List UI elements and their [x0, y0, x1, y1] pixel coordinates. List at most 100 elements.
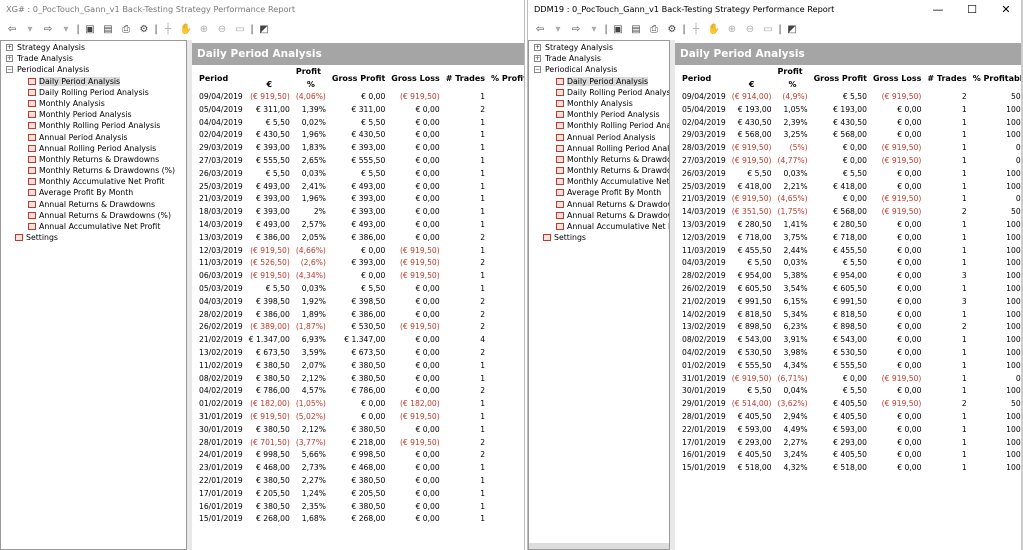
- crosshair-icon[interactable]: ┼: [159, 21, 177, 37]
- save-as-icon[interactable]: ▤: [99, 21, 117, 37]
- tree-item[interactable]: Daily Rolling Period Analysis: [529, 87, 669, 98]
- table-row[interactable]: 02/04/2019 € 430,50 2,39% € 430,50 € 0,00 1 10…: [679, 117, 1023, 130]
- table-row[interactable]: 05/04/2019 € 193,00 1,05% € 193,00 € 0,00 1 10…: [679, 104, 1023, 117]
- dropdown-icon[interactable]: ▾: [585, 21, 603, 37]
- expand-toggle-icon[interactable]: +: [6, 44, 13, 51]
- dropdown-icon[interactable]: ▾: [57, 21, 75, 37]
- table-row[interactable]: 15/01/2019 € 268,00 1,68% € 268,00 € 0,00 110…: [196, 513, 524, 526]
- tree-item[interactable]: Annual Returns & Drawdowns (%): [1, 210, 186, 221]
- print-icon[interactable]: ⎙: [117, 21, 135, 37]
- tree-item[interactable]: Annual Rolling Period Analysis: [529, 143, 669, 154]
- table-row[interactable]: 13/03/2019 € 386,00 2,05% € 386,00 € 0,00 210…: [196, 232, 524, 245]
- table-row[interactable]: 28/02/2019 € 954,00 5,38% € 954,00 € 0,00 3 10…: [679, 270, 1023, 283]
- back-icon[interactable]: ⇦: [531, 21, 549, 37]
- table-row[interactable]: 14/03/2019 (€ 351,50) (1,75%) € 568,00 (€ 91…: [679, 206, 1023, 219]
- table-row[interactable]: 28/01/2019 € 405,50 2,94% € 405,50 € 0,00 1 10…: [679, 411, 1023, 424]
- table-row[interactable]: 15/01/2019 € 518,00 4,32% € 518,00 € 0,00 1 10…: [679, 462, 1023, 475]
- table-row[interactable]: 29/03/2019 € 393,00 1,83% € 393,00 € 0,00 110…: [196, 142, 524, 155]
- table-row[interactable]: 08/02/2019 € 380,50 2,12% € 380,50 € 0,00 110…: [196, 373, 524, 386]
- settings-icon[interactable]: ⚙: [135, 21, 153, 37]
- hand-icon[interactable]: ✋: [177, 21, 195, 37]
- hand-icon[interactable]: ✋: [705, 21, 723, 37]
- fit-icon[interactable]: ▭: [231, 21, 249, 37]
- tree-item[interactable]: Monthly Accumulative Net Profit: [1, 176, 186, 187]
- table-row[interactable]: 14/02/2019 € 818,50 5,34% € 818,50 € 0,00 1 10…: [679, 309, 1023, 322]
- table-row[interactable]: 13/02/2019 € 898,50 6,23% € 898,50 € 0,00 2 10…: [679, 321, 1023, 334]
- table-row[interactable]: 17/01/2019 € 293,00 2,27% € 293,00 € 0,00 1 10…: [679, 437, 1023, 450]
- tree-item[interactable]: Monthly Returns & Drawdowns: [1, 154, 186, 165]
- tree-item[interactable]: Average Profit By Month: [529, 187, 669, 198]
- print-icon[interactable]: ⎙: [645, 21, 663, 37]
- table-row[interactable]: 31/01/2019 (€ 919,50) (5,02%) € 0,00 (€ 919,…: [196, 411, 524, 424]
- table-row[interactable]: 04/03/2019 € 5,50 0,03% € 5,50 € 0,00 1 100%: [679, 257, 1023, 270]
- save-icon[interactable]: ▣: [81, 21, 99, 37]
- expand-toggle-icon[interactable]: +: [534, 44, 541, 51]
- fit-icon[interactable]: ▭: [759, 21, 777, 37]
- table-row[interactable]: 01/02/2019 (€ 182,00) (1,05%) € 0,00 (€ 182,…: [196, 398, 524, 411]
- tree-item[interactable]: Monthly Rolling Period Analysis: [529, 120, 669, 131]
- table-row[interactable]: 26/02/2019 € 605,50 3,54% € 605,50 € 0,00 1 10…: [679, 283, 1023, 296]
- table-row[interactable]: 04/02/2019 € 530,50 3,98% € 530,50 € 0,00 1 10…: [679, 347, 1023, 360]
- table-row[interactable]: 05/04/2019 € 311,00 1,39% € 311,00 € 0,00 210…: [196, 104, 524, 117]
- dropdown-icon[interactable]: ▾: [549, 21, 567, 37]
- tree-item[interactable]: Average Profit By Month: [1, 187, 186, 198]
- table-row[interactable]: 11/03/2019 (€ 526,50) (2,6%) € 393,00 (€ 919…: [196, 257, 524, 270]
- table-row[interactable]: 30/01/2019 € 380,50 2,12% € 380,50 € 0,00 110…: [196, 424, 524, 437]
- table-row[interactable]: 04/04/2019 € 5,50 0,02% € 5,50 € 0,00 1100%: [196, 117, 524, 130]
- table-row[interactable]: 26/03/2019 € 5,50 0,03% € 5,50 € 0,00 1 100%: [679, 168, 1023, 181]
- table-row[interactable]: 23/01/2019 € 468,00 2,73% € 468,00 € 0,00 110…: [196, 462, 524, 475]
- tree-node[interactable]: + Trade Analysis: [529, 53, 669, 64]
- table-row[interactable]: 04/03/2019 € 398,50 1,92% € 398,50 € 0,00 210…: [196, 296, 524, 309]
- tree-item[interactable]: Monthly Analysis: [1, 98, 186, 109]
- table-row[interactable]: 17/01/2019 € 205,50 1,24% € 205,50 € 0,00 110…: [196, 488, 524, 501]
- tree-item[interactable]: Annual Returns & Drawdowns (%: [529, 210, 669, 221]
- table-row[interactable]: 11/02/2019 € 380,50 2,07% € 380,50 € 0,00 110…: [196, 360, 524, 373]
- zoom-out-icon[interactable]: ⊖: [741, 21, 759, 37]
- table-row[interactable]: 21/02/2019 € 1.347,00 6,93% € 1.347,00 € 0,0…: [196, 334, 524, 347]
- table-row[interactable]: 28/03/2019 (€ 919,50) (5%) € 0,00 (€ 919,50)…: [679, 142, 1023, 155]
- tree-item[interactable]: Daily Rolling Period Analysis: [1, 87, 186, 98]
- close-button[interactable]: ✕: [989, 0, 1023, 19]
- forward-icon[interactable]: ⇨: [39, 21, 57, 37]
- tree-item[interactable]: Annual Returns & Drawdowns: [529, 199, 669, 210]
- tree-node[interactable]: + Strategy Analysis: [1, 42, 186, 53]
- table-row[interactable]: 29/03/2019 € 568,00 3,25% € 568,00 € 0,00 1 10…: [679, 129, 1023, 142]
- maximize-button[interactable]: ☐: [955, 0, 989, 19]
- table-row[interactable]: 11/03/2019 € 455,50 2,44% € 455,50 € 0,00 1 10…: [679, 245, 1023, 258]
- save-icon[interactable]: ▣: [609, 21, 627, 37]
- zoom-in-icon[interactable]: ⊕: [723, 21, 741, 37]
- tree-item[interactable]: Annual Returns & Drawdowns: [1, 199, 186, 210]
- table-row[interactable]: 26/02/2019 (€ 389,00) (1,87%) € 530,50 (€ 91…: [196, 321, 524, 334]
- settings-icon[interactable]: ⚙: [663, 21, 681, 37]
- tree-item[interactable]: Monthly Accumulative Net Profi: [529, 176, 669, 187]
- chart-icon[interactable]: ◩: [255, 21, 273, 37]
- table-row[interactable]: 21/03/2019 € 393,00 1,96% € 393,00 € 0,00 110…: [196, 193, 524, 206]
- table-row[interactable]: 27/03/2019 (€ 919,50) (4,77%) € 0,00 (€ 919,…: [679, 155, 1023, 168]
- tree-item[interactable]: Daily Period Analysis: [1, 76, 186, 87]
- table-row[interactable]: 31/01/2019 (€ 919,50) (6,71%) € 0,00 (€ 919,…: [679, 373, 1023, 386]
- tree-node[interactable]: − Periodical Analysis: [1, 64, 186, 75]
- table-row[interactable]: 08/02/2019 € 543,00 3,91% € 543,00 € 0,00 1 10…: [679, 334, 1023, 347]
- table-row[interactable]: 24/01/2019 € 998,50 5,66% € 998,50 € 0,00 210…: [196, 449, 524, 462]
- chart-icon[interactable]: ◩: [783, 21, 801, 37]
- table-row[interactable]: 12/03/2019 (€ 919,50) (4,66%) € 0,00 (€ 919,…: [196, 245, 524, 258]
- table-row[interactable]: 22/01/2019 € 593,00 4,49% € 593,00 € 0,00 1 10…: [679, 424, 1023, 437]
- tree-node[interactable]: − Periodical Analysis: [529, 64, 669, 75]
- table-row[interactable]: 09/04/2019 (€ 914,00) (4,9%) € 5,50 (€ 919,5…: [679, 91, 1023, 104]
- table-row[interactable]: 13/02/2019 € 673,50 3,59% € 673,50 € 0,00 210…: [196, 347, 524, 360]
- crosshair-icon[interactable]: ┼: [687, 21, 705, 37]
- table-row[interactable]: 16/01/2019 € 405,50 3,24% € 405,50 € 0,00 1 10…: [679, 449, 1023, 462]
- tree-item[interactable]: Monthly Analysis: [529, 98, 669, 109]
- table-row[interactable]: 16/01/2019 € 380,50 2,35% € 380,50 € 0,00 110…: [196, 501, 524, 514]
- table-row[interactable]: 28/01/2019 (€ 701,50) (3,77%) € 218,00 (€ 91…: [196, 437, 524, 450]
- expand-toggle-icon[interactable]: +: [534, 55, 541, 63]
- table-row[interactable]: 28/02/2019 € 386,00 1,89% € 386,00 € 0,00 210…: [196, 309, 524, 322]
- table-row[interactable]: 05/03/2019 € 5,50 0,03% € 5,50 € 0,00 1100%: [196, 283, 524, 296]
- tree-item-settings[interactable]: Settings: [1, 232, 186, 243]
- tree-item-settings[interactable]: Settings: [529, 232, 669, 243]
- table-row[interactable]: 25/03/2019 € 418,00 2,21% € 418,00 € 0,00 1 10…: [679, 181, 1023, 194]
- tree-node[interactable]: + Strategy Analysis: [529, 42, 669, 53]
- tree-item[interactable]: Annual Period Analysis: [529, 132, 669, 143]
- table-row[interactable]: 13/03/2019 € 280,50 1,41% € 280,50 € 0,00 1 10…: [679, 219, 1023, 232]
- tree-item[interactable]: Monthly Period Analysis: [1, 109, 186, 120]
